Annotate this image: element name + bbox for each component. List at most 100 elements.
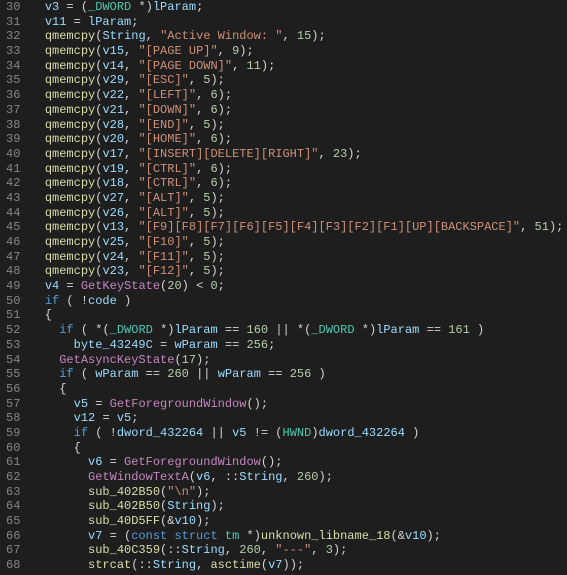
token-op: ! — [110, 426, 117, 440]
token-va: v21 — [102, 103, 124, 117]
token-fn: asctime — [210, 558, 260, 572]
token-va: v25 — [102, 235, 124, 249]
code-line[interactable]: qmemcpy(v29, "[ESC]", 5); — [30, 73, 563, 88]
token-op — [30, 73, 44, 87]
code-line[interactable]: qmemcpy(v23, "[F12]", 5); — [30, 264, 563, 279]
token-op: , — [196, 132, 210, 146]
code-line[interactable]: qmemcpy(v13, "[F9][F8][F7][F6][F5][F4][F… — [30, 220, 563, 235]
code-line[interactable]: v12 = v5; — [30, 411, 563, 426]
token-st: "Active Window: " — [160, 29, 282, 43]
token-ty: tm — [225, 529, 239, 543]
token-st: "[PAGE DOWN]" — [138, 59, 232, 73]
code-line[interactable]: GetAsyncKeyState(17); — [30, 353, 563, 368]
code-line[interactable]: v3 = (_DWORD *)lParam; — [30, 0, 563, 15]
token-va: v13 — [102, 220, 124, 234]
line-number: 31 — [6, 15, 20, 30]
code-line[interactable]: qmemcpy(v18, "[CTRL]", 6); — [30, 176, 563, 191]
code-line[interactable]: qmemcpy(v25, "[F10]", 5); — [30, 235, 563, 250]
code-line[interactable]: qmemcpy(v17, "[INSERT][DELETE][RIGHT]", … — [30, 147, 563, 162]
token-op: , — [311, 543, 325, 557]
token-op: , — [124, 220, 138, 234]
code-line[interactable]: sub_402B50("\n"); — [30, 485, 563, 500]
token-op: = — [110, 529, 117, 543]
token-op — [30, 147, 44, 161]
token-op: ); — [311, 29, 325, 43]
token-op — [153, 323, 160, 337]
token-st: "[ALT]" — [138, 191, 188, 205]
code-line[interactable]: qmemcpy(v26, "[ALT]", 5); — [30, 206, 563, 221]
code-line[interactable]: strcat(::String, asctime(v7)); — [30, 558, 563, 573]
code-line[interactable]: v4 = GetKeyState(20) < 0; — [30, 279, 563, 294]
code-line[interactable]: { — [30, 382, 563, 397]
code-line[interactable]: qmemcpy(v15, "[PAGE UP]", 9); — [30, 44, 563, 59]
token-op — [30, 279, 44, 293]
line-number: 57 — [6, 397, 20, 412]
code-line[interactable]: byte_43249C = wParam == 256; — [30, 338, 563, 353]
token-op: { — [30, 441, 80, 455]
token-op: , — [282, 470, 296, 484]
token-op: , — [261, 543, 275, 557]
token-nu: 15 — [297, 29, 311, 43]
code-editor[interactable]: 3031323334353637383940414243444546474849… — [0, 0, 567, 573]
code-line[interactable]: v7 = (const struct tm *)unknown_libname_… — [30, 529, 563, 544]
code-line[interactable]: sub_40C359(::String, 260, "---", 3); — [30, 543, 563, 558]
token-op: , — [124, 132, 138, 146]
token-op: ); — [261, 59, 275, 73]
code-body[interactable]: v3 = (_DWORD *)lParam; v11 = lParam; qme… — [30, 0, 567, 573]
token-op — [138, 367, 145, 381]
token-op — [110, 411, 117, 425]
token-op: ); — [196, 514, 210, 528]
token-op: ( — [117, 529, 131, 543]
token-op — [30, 176, 44, 190]
token-nu: 17 — [182, 353, 196, 367]
token-op — [30, 162, 44, 176]
code-line[interactable]: if ( wParam == 260 || wParam == 256 ) — [30, 367, 563, 382]
code-line[interactable]: sub_40D5FF(&v10); — [30, 514, 563, 529]
token-op — [30, 220, 44, 234]
token-va: dword_432264 — [319, 426, 405, 440]
line-number: 64 — [6, 499, 20, 514]
code-line[interactable]: if ( *(_DWORD *)lParam == 160 || *(_DWOR… — [30, 323, 563, 338]
token-op — [30, 367, 59, 381]
token-api: GetAsyncKeyState — [59, 353, 174, 367]
code-line[interactable]: v6 = GetForegroundWindow(); — [30, 455, 563, 470]
code-line[interactable]: { — [30, 308, 563, 323]
token-api: GetForegroundWindow — [110, 397, 247, 411]
token-op: ); — [319, 470, 333, 484]
token-fn: qmemcpy — [45, 132, 95, 146]
code-line[interactable]: qmemcpy(v19, "[CTRL]", 6); — [30, 162, 563, 177]
code-line[interactable]: qmemcpy(v24, "[F11]", 5); — [30, 250, 563, 265]
code-line[interactable]: v11 = lParam; — [30, 15, 563, 30]
token-op: , — [210, 470, 224, 484]
token-fn: qmemcpy — [45, 44, 95, 58]
token-op: :: — [225, 470, 239, 484]
code-line[interactable]: qmemcpy(v28, "[END]", 5); — [30, 118, 563, 133]
code-line[interactable]: qmemcpy(v21, "[DOWN]", 6); — [30, 103, 563, 118]
token-fn: qmemcpy — [45, 73, 95, 87]
code-line[interactable]: if ( !code ) — [30, 294, 563, 309]
code-line[interactable]: qmemcpy(v20, "[HOME]", 6); — [30, 132, 563, 147]
token-op: == — [427, 323, 441, 337]
token-op: ( — [189, 470, 196, 484]
token-op: ) — [117, 294, 131, 308]
code-line[interactable]: { — [30, 441, 563, 456]
code-line[interactable]: v5 = GetForegroundWindow(); — [30, 397, 563, 412]
token-nu: 256 — [290, 367, 312, 381]
code-line[interactable]: qmemcpy(v27, "[ALT]", 5); — [30, 191, 563, 206]
code-line[interactable]: GetWindowTextA(v6, ::String, 260); — [30, 470, 563, 485]
token-op — [66, 15, 73, 29]
token-kw: const — [131, 529, 167, 543]
token-st: "[ESC]" — [138, 73, 188, 87]
code-line[interactable]: qmemcpy(v22, "[LEFT]", 6); — [30, 88, 563, 103]
token-kw: struct — [174, 529, 217, 543]
line-number: 36 — [6, 88, 20, 103]
code-line[interactable]: qmemcpy(String, "Active Window: ", 15); — [30, 29, 563, 44]
token-op: , — [218, 44, 232, 58]
token-op: , — [124, 44, 138, 58]
token-op: , — [124, 191, 138, 205]
code-line[interactable]: sub_402B50(String); — [30, 499, 563, 514]
token-api: GetWindowTextA — [88, 470, 189, 484]
code-line[interactable]: if ( !dword_432264 || v5 != (HWND)dword_… — [30, 426, 563, 441]
code-line[interactable]: qmemcpy(v14, "[PAGE DOWN]", 11); — [30, 59, 563, 74]
token-op: ); — [210, 264, 224, 278]
